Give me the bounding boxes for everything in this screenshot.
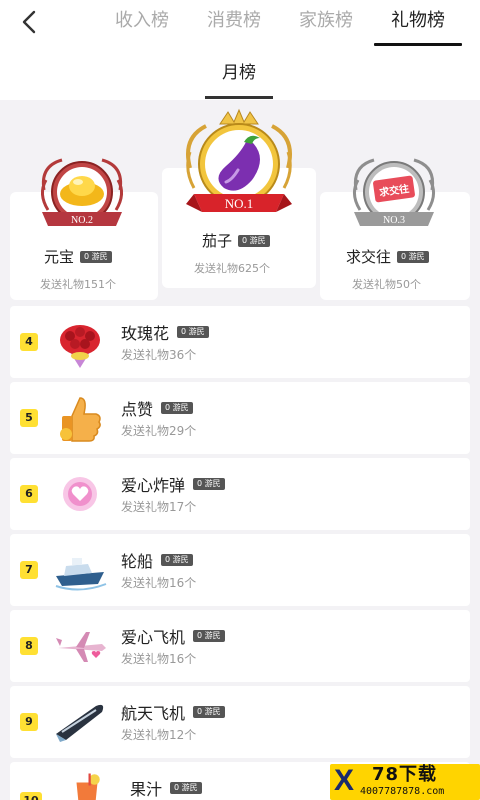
podium-first-name: 茄子 [202,232,233,250]
level-badge: 0 游民 [193,706,225,718]
gift-name-row: 玫瑰花 0 游民 [121,320,209,344]
gift-name: 点赞 [121,400,154,419]
podium-third-name: 求交往 [346,248,392,266]
gift-count: 发送礼物36个 [121,348,197,362]
rank-badge: 10 [20,792,42,800]
level-badge: 0 游民 [161,554,193,566]
juice-icon [76,773,100,800]
space-shuttle-icon [56,704,104,742]
sub-tab-bar: 月榜 [0,48,480,100]
proposal-sign-icon: 求交往 NO.3 [353,158,435,226]
podium-third-name-row: 求交往 0 游民 [346,246,429,267]
list-item[interactable]: 6 爱心炸弹 0 游民 发送礼物17个 [10,458,470,530]
gift-name: 果汁 [130,780,163,799]
gift-name-row: 爱心飞机 0 游民 [121,624,225,648]
x-logo-icon: X [334,764,355,797]
ranking-tabs: 收入榜 消费榜 家族榜 礼物榜 [96,0,464,48]
level-badge: 0 游民 [193,478,225,490]
gift-count: 发送礼物16个 [121,652,197,666]
tab-gift[interactable]: 礼物榜 [372,0,464,48]
level-badge: 0 游民 [170,782,202,794]
ship-icon [55,558,107,591]
gift-name-row: 点赞 0 游民 [121,396,193,420]
podium-third-sent: 发送礼物50个 [352,278,421,291]
podium-first-sent: 发送礼物625个 [194,262,270,275]
level-badge: 0 游民 [397,250,429,263]
list-item[interactable]: 5 点赞 0 游民 发送礼物29个 [10,382,470,454]
gift-name: 航天飞机 [121,704,186,723]
list-item[interactable]: 9 航天飞机 0 游民 发送礼物12个 [10,686,470,758]
rank-badge: 5 [20,409,38,427]
rank-badge: 6 [20,485,38,503]
tab-income[interactable]: 收入榜 [96,0,188,48]
medal-label: NO.3 [383,215,405,226]
level-badge: 0 游民 [238,234,270,247]
level-badge: 0 游民 [193,630,225,642]
eggplant-icon: NO.1 [186,108,292,212]
level-badge: 0 游民 [161,402,193,414]
rank-badge: 4 [20,333,38,351]
rank-badge: 8 [20,637,38,655]
chevron-left-icon [22,10,36,34]
gift-count: 发送礼物16个 [121,576,197,590]
medal-label: NO.2 [71,215,93,226]
ingot-icon: NO.2 [41,158,123,226]
gift-name: 爱心炸弹 [121,476,186,495]
gift-name: 玫瑰花 [121,324,170,343]
watermark-url: 4007787878.com [360,786,445,797]
level-badge: 0 游民 [177,326,209,338]
tab-monthly[interactable]: 月榜 [205,60,273,99]
gift-name-row: 果汁 0 游民 [130,776,202,800]
rose-bouquet-icon [60,325,100,368]
medal-label: NO.1 [225,196,254,211]
list-item[interactable]: 7 轮船 0 游民 发送礼物16个 [10,534,470,606]
gift-count: 发送礼物12个 [121,728,197,742]
list-item[interactable]: 4 玫瑰花 0 游民 发送礼物36个 [10,306,470,378]
rank-badge: 7 [20,561,38,579]
podium-second-sent: 发送礼物151个 [40,278,116,291]
tab-family[interactable]: 家族榜 [280,0,372,48]
watermark-logo: X 78下载 4007787878.com [330,764,480,800]
gift-name-row: 轮船 0 游民 [121,548,193,572]
podium-first-name-row: 茄子 0 游民 [202,230,270,251]
heart-plane-icon [56,632,106,662]
gift-count: 发送礼物17个 [121,500,197,514]
back-button[interactable] [14,6,44,38]
tab-consumption[interactable]: 消费榜 [188,0,280,48]
gift-name-row: 航天飞机 0 游民 [121,700,225,724]
watermark-brand: 78下载 [372,764,438,785]
list-item[interactable]: 8 爱心飞机 0 游民 发送礼物16个 [10,610,470,682]
gift-name-row: 爱心炸弹 0 游民 [121,472,225,496]
podium-second-name-row: 元宝 0 游民 [44,246,112,267]
heart-bomb-icon [63,477,97,511]
gift-name: 爱心飞机 [121,628,186,647]
gift-count: 发送礼物29个 [121,424,197,438]
podium-second-name: 元宝 [44,248,75,266]
gift-name: 轮船 [121,552,154,571]
thumbs-up-icon [60,397,101,442]
level-badge: 0 游民 [80,250,112,263]
top-bar: 收入榜 消费榜 家族榜 礼物榜 [0,0,480,48]
rank-badge: 9 [20,713,38,731]
